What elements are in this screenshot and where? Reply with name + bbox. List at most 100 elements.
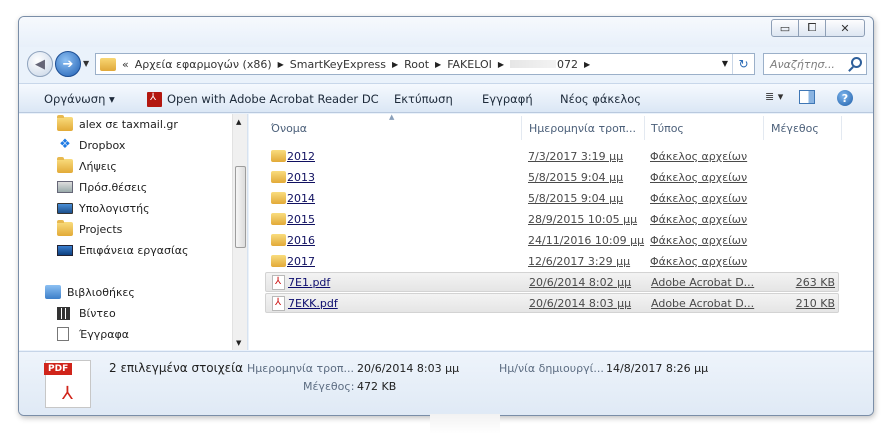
nav-item-label: Λήψεις	[79, 159, 117, 173]
column-divider[interactable]	[841, 116, 842, 140]
back-button[interactable]: ◀	[27, 51, 53, 77]
breadcrumb-separator-icon[interactable]: ▶	[278, 60, 284, 69]
refresh-icon: ↻	[738, 57, 749, 71]
nav-item-label: Projects	[79, 222, 123, 236]
command-bar: Οργάνωση ▾ Open with Adobe Acrobat Reade…	[19, 83, 873, 113]
folder-icon	[57, 220, 73, 236]
column-divider[interactable]	[644, 116, 645, 140]
column-header-type[interactable]: Τύπος	[651, 122, 684, 135]
scroll-thumb[interactable]	[235, 166, 246, 248]
nav-item-projects[interactable]: Projects	[57, 220, 122, 238]
title-bar: ▭ ⧠ ✕	[19, 17, 873, 47]
pdf-file-icon	[272, 296, 285, 311]
scroll-down-icon[interactable]: ▼	[236, 339, 241, 347]
folder-icon	[271, 150, 286, 162]
help-button[interactable]: ?	[837, 90, 853, 106]
maximize-button[interactable]: ⧠	[798, 19, 826, 37]
nav-item-downloads[interactable]: Λήψεις	[57, 157, 117, 175]
organize-menu[interactable]: Οργάνωση ▾	[44, 92, 115, 106]
breadcrumb-separator-icon[interactable]: ▶	[584, 60, 590, 69]
file-type: Φάκελος αρχείων	[650, 234, 748, 247]
column-divider[interactable]	[763, 116, 764, 140]
breadcrumb-item[interactable]: Root	[404, 58, 429, 71]
file-date: 7/3/2017 3:19 μμ	[528, 150, 624, 163]
folder-icon	[271, 213, 286, 225]
breadcrumb-separator-icon[interactable]: ▶	[498, 60, 504, 69]
file-row[interactable]: 2012 7/3/2017 3:19 μμ Φάκελος αρχείων	[265, 147, 839, 167]
nav-item-documents[interactable]: Έγγραφα	[57, 325, 129, 343]
scroll-up-icon[interactable]: ▲	[236, 118, 241, 126]
breadcrumb-item[interactable]: 072	[557, 58, 578, 71]
nav-item-desktop[interactable]: Επιφάνεια εργασίας	[57, 241, 188, 259]
file-name: 2012	[287, 150, 315, 163]
documents-icon	[57, 327, 69, 341]
folder-icon	[271, 255, 286, 267]
file-date: 5/8/2015 9:04 μμ	[528, 171, 624, 184]
address-bar[interactable]: « Αρχεία εφαρμογών (x86) ▶ SmartKeyExpre…	[95, 53, 755, 75]
file-name: 2015	[287, 213, 315, 226]
forward-button[interactable]: ➔	[55, 51, 81, 77]
nav-item-computer[interactable]: Υπολογιστής	[57, 199, 150, 217]
nav-item-videos[interactable]: Βίντεο	[57, 304, 116, 322]
refresh-button[interactable]: ↻	[732, 54, 754, 74]
modified-value: 20/6/2014 8:03 μμ	[357, 362, 460, 375]
sort-ascending-icon: ▲	[389, 113, 395, 121]
column-header-date[interactable]: Ημερομηνία τροπ...	[529, 122, 636, 135]
file-row[interactable]: 2013 5/8/2015 9:04 μμ Φάκελος αρχείων	[265, 168, 839, 188]
file-size: 263 KB	[795, 276, 835, 289]
file-type: Φάκελος αρχείων	[650, 255, 748, 268]
nav-item-label: Υπολογιστής	[79, 201, 150, 215]
print-button[interactable]: Εκτύπωση	[394, 92, 453, 106]
breadcrumb-overflow[interactable]: «	[122, 58, 129, 71]
file-row[interactable]: 2017 12/6/2017 3:29 μμ Φάκελος αρχείων	[265, 252, 839, 272]
preview-pane-icon[interactable]	[799, 90, 815, 104]
pdf-badge: PDF	[44, 363, 73, 375]
pdf-file-icon	[272, 275, 285, 290]
nav-item-dropbox[interactable]: ❖ Dropbox	[57, 136, 125, 154]
nav-item-libraries[interactable]: Βιβλιοθήκες	[45, 283, 135, 301]
file-row[interactable]: 2014 5/8/2015 9:04 μμ Φάκελος αρχείων	[265, 189, 839, 209]
breadcrumb-separator-icon[interactable]: ▶	[392, 60, 398, 69]
recent-places-icon	[57, 181, 73, 193]
modified-label: Ημερομηνία τροπ...	[247, 362, 354, 375]
new-folder-button[interactable]: Νέος φάκελος	[560, 92, 641, 106]
nav-item-recent-places[interactable]: Πρόσ.θέσεις	[57, 178, 147, 196]
recent-pages-dropdown[interactable]: ▼	[83, 59, 89, 68]
breadcrumb-item[interactable]: SmartKeyExpress	[290, 58, 386, 71]
column-headers: Όνομα ▲ Ημερομηνία τροπ... Τύπος Μέγεθος	[249, 113, 873, 142]
search-input[interactable]: Αναζήτησ...	[763, 53, 867, 75]
file-row-selected[interactable]: 7E1.pdf 20/6/2014 8:02 μμ Adobe Acrobat …	[265, 272, 839, 292]
file-row-selected[interactable]: 7EKK.pdf 20/6/2014 8:03 μμ Adobe Acrobat…	[265, 293, 839, 313]
search-icon[interactable]	[851, 57, 862, 68]
dropbox-icon: ❖	[59, 137, 71, 152]
selection-count: 2 επιλεγμένα στοιχεία	[109, 361, 244, 375]
address-history-dropdown[interactable]: ▼	[722, 59, 728, 68]
column-header-name[interactable]: Όνομα	[271, 122, 307, 135]
minimize-button[interactable]: ▭	[771, 19, 799, 37]
burn-button[interactable]: Εγγραφή	[482, 92, 533, 106]
column-divider[interactable]	[521, 116, 522, 140]
close-button[interactable]: ✕	[825, 19, 865, 37]
file-name: 7EKK.pdf	[288, 297, 338, 310]
nav-item-alex[interactable]: alex σε taxmail.gr	[57, 115, 178, 133]
file-row[interactable]: 2016 24/11/2016 10:09 μμ Φάκελος αρχείων	[265, 231, 839, 251]
computer-icon	[57, 202, 73, 214]
file-type: Φάκελος αρχείων	[650, 213, 748, 226]
views-button[interactable]: ≣ ▾	[765, 90, 783, 103]
folder-icon	[271, 234, 286, 246]
breadcrumb-separator-icon[interactable]: ▶	[435, 60, 441, 69]
breadcrumb-item[interactable]: FAKELOI	[447, 58, 492, 71]
file-type: Adobe Acrobat D...	[651, 276, 755, 289]
file-row[interactable]: 2015 28/9/2015 10:05 μμ Φάκελος αρχείων	[265, 210, 839, 230]
column-header-size[interactable]: Μέγεθος	[771, 122, 819, 135]
nav-scrollbar[interactable]: ▲ ▼	[232, 114, 247, 350]
libraries-icon	[45, 285, 61, 299]
nav-item-label: Βίντεο	[79, 306, 116, 320]
nav-item-label: Dropbox	[79, 138, 126, 152]
breadcrumb-item[interactable]: Αρχεία εφαρμογών (x86)	[135, 58, 272, 71]
search-placeholder: Αναζήτησ...	[770, 57, 835, 71]
open-with-button[interactable]: Open with Adobe Acrobat Reader DC	[147, 92, 379, 107]
background-shadow	[430, 414, 500, 434]
file-name: 2014	[287, 192, 315, 205]
back-arrow-icon: ◀	[35, 56, 45, 72]
